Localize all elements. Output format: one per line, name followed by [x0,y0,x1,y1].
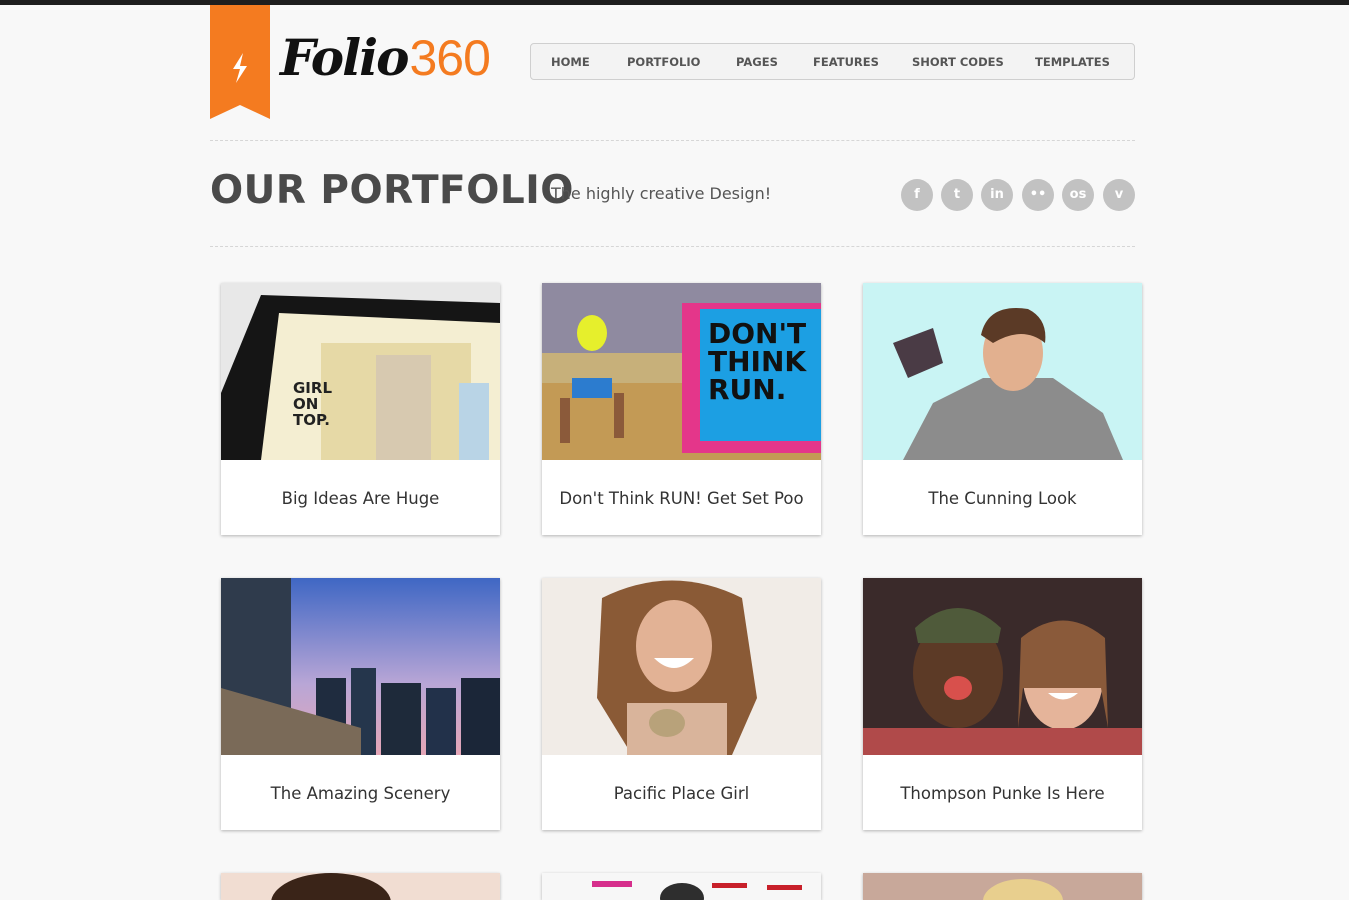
svg-text:RUN.: RUN. [708,373,786,406]
young-man-thumbnail [863,283,1142,460]
portrait-thumbnail [221,873,500,900]
divider [210,246,1135,247]
blonde-woman-thumbnail [863,873,1142,900]
svg-text:TOP.: TOP. [293,411,330,429]
page-title: OUR PORTFOLIO [210,168,574,213]
logo[interactable]: Folio 360 [280,28,491,98]
nav-portfolio[interactable]: PORTFOLIO [627,44,700,81]
portfolio-card[interactable] [542,873,821,900]
desk-items-thumbnail [542,873,821,900]
flickr-icon[interactable]: •• [1022,179,1054,211]
facebook-icon[interactable]: f [901,179,933,211]
main-nav: HOME PORTFOLIO PAGES FEATURES SHORT CODE… [530,43,1135,80]
city-skyline-thumbnail [221,578,500,755]
portfolio-card-title: Pacific Place Girl [613,784,750,803]
portfolio-card[interactable]: GIRL ON TOP. Big Ideas Are Huge [221,283,500,535]
nav-pages[interactable]: PAGES [736,44,778,81]
nav-templates[interactable]: TEMPLATES [1035,44,1110,81]
nav-home[interactable]: HOME [551,44,590,81]
portfolio-card-title: Thompson Punke Is Here [900,784,1105,803]
laughing-woman-thumbnail [542,578,821,755]
party-friends-thumbnail [863,578,1142,755]
lastfm-icon[interactable]: os [1062,179,1094,211]
portfolio-card[interactable]: The Cunning Look [863,283,1142,535]
top-bar [0,0,1349,5]
portfolio-card-title: The Amazing Scenery [270,784,451,803]
portfolio-card[interactable]: Thompson Punke Is Here [863,578,1142,830]
logo-folio: Folio [280,28,409,87]
tablet-website-thumbnail: GIRL ON TOP. [221,283,500,460]
portfolio-card[interactable] [863,873,1142,900]
portfolio-card[interactable]: DON'T THINK RUN. Don't Think RUN! Get Se… [542,283,821,535]
vimeo-icon[interactable]: v [1103,179,1135,211]
page-subtitle: The highly creative Design! [551,184,772,203]
portfolio-card-title: Don't Think RUN! Get Set Poo [559,489,804,508]
portfolio-card-title: Big Ideas Are Huge [281,489,440,508]
divider [210,140,1135,141]
portfolio-card-title: The Cunning Look [928,489,1077,508]
nav-features[interactable]: FEATURES [813,44,879,81]
runner-poster-thumbnail: DON'T THINK RUN. [542,283,821,460]
portfolio-card[interactable]: Pacific Place Girl [542,578,821,830]
twitter-icon[interactable]: t [941,179,973,211]
logo-360: 360 [409,30,490,86]
linkedin-icon[interactable]: in [981,179,1013,211]
nav-short-codes[interactable]: SHORT CODES [912,44,1004,81]
portfolio-card[interactable]: The Amazing Scenery [221,578,500,830]
portfolio-card[interactable] [221,873,500,900]
logo-ribbon[interactable] [210,5,270,119]
